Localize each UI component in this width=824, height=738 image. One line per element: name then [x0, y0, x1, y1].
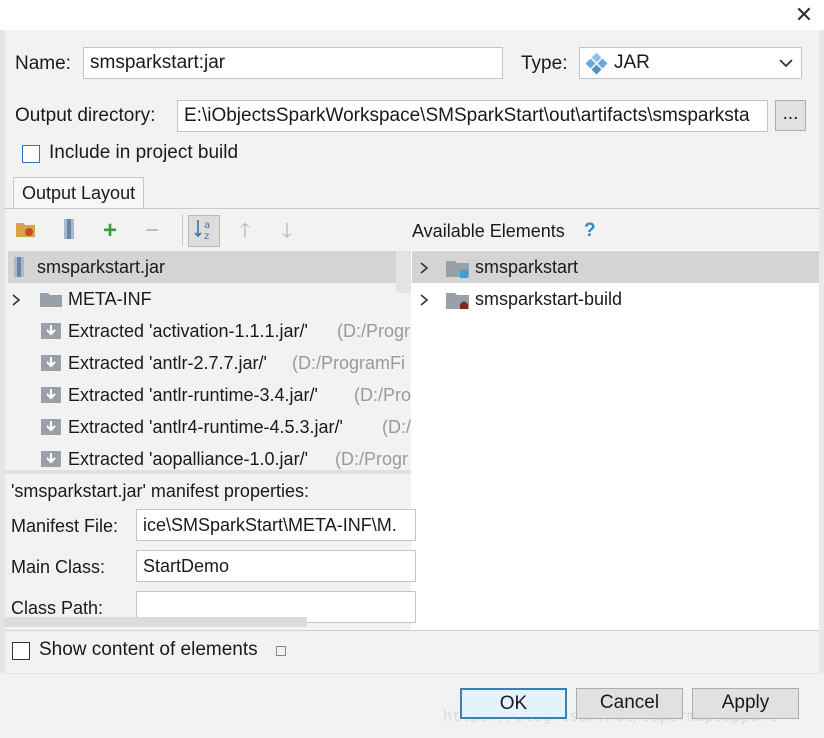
- class-path-label: Class Path:: [11, 598, 104, 618]
- tree-item-label: Extracted 'activation-1.1.1.jar/': [68, 321, 308, 341]
- svg-text:a: a: [204, 220, 210, 231]
- name-label: Name:: [15, 53, 71, 74]
- main-class-label: Main Class:: [11, 557, 106, 577]
- tree-item-path: (D:/Progr: [335, 449, 409, 469]
- horizontal-scrollbar[interactable]: [5, 617, 307, 627]
- tab-divider: [5, 208, 819, 209]
- available-item-label: smsparkstart: [475, 257, 579, 277]
- show-content-label: Show content of elements: [39, 639, 258, 660]
- tree-item-path: (D:/Pro: [354, 385, 411, 405]
- move-down-icon[interactable]: 🡓: [274, 218, 300, 244]
- splitter[interactable]: [5, 470, 411, 474]
- available-item[interactable]: smsparkstart: [412, 251, 819, 283]
- tree-item-label: META-INF: [68, 289, 152, 309]
- type-label: Type:: [521, 53, 568, 74]
- toolbar-separator: [182, 214, 183, 246]
- tree-item-path: (D:/ProgramFi: [292, 353, 406, 373]
- tree-item[interactable]: META-INF: [8, 283, 408, 315]
- extracted-archive-icon: [41, 419, 61, 435]
- tree-item[interactable]: Extracted 'antlr4-runtime-4.5.3.jar/' (D…: [8, 411, 411, 443]
- include-in-build-label: Include in project build: [49, 142, 239, 163]
- manifest-file-field[interactable]: ice\SMSparkStart\META-INF\M.: [136, 509, 416, 541]
- module-folder-icon: [446, 261, 469, 278]
- available-elements-title: Available Elements: [412, 221, 565, 241]
- extracted-archive-icon: [41, 355, 61, 371]
- close-icon[interactable]: ✕: [793, 4, 815, 26]
- tree-item[interactable]: Extracted 'activation-1.1.1.jar/' (D:/Pr…: [8, 315, 411, 347]
- include-in-build-checkbox[interactable]: [22, 145, 40, 163]
- manifest-title: 'smsparkstart.jar' manifest properties:: [11, 481, 309, 501]
- move-up-icon[interactable]: 🡑: [232, 218, 258, 244]
- tree-item-label: Extracted 'antlr-runtime-3.4.jar/': [68, 385, 318, 405]
- tree-item[interactable]: Extracted 'aopalliance-1.0.jar/' (D:/Pro…: [8, 443, 411, 470]
- tree-root-jar[interactable]: smsparkstart.jar: [8, 251, 396, 283]
- tree-item-path: (D:/: [382, 417, 411, 437]
- cancel-button[interactable]: Cancel: [576, 688, 683, 719]
- options-icon[interactable]: [276, 646, 286, 656]
- chevron-right-icon[interactable]: [418, 293, 430, 307]
- tab-output-layout[interactable]: Output Layout: [13, 177, 145, 209]
- chevron-down-icon: [779, 59, 793, 68]
- type-select[interactable]: JAR: [579, 47, 802, 79]
- new-directory-icon[interactable]: [13, 218, 39, 244]
- tree-item-label: Extracted 'antlr4-runtime-4.5.3.jar/': [68, 417, 343, 437]
- folder-icon: [40, 293, 62, 307]
- extracted-archive-icon: [41, 387, 61, 403]
- show-content-checkbox[interactable]: [12, 642, 30, 660]
- tree-item-label: Extracted 'antlr-2.7.7.jar/': [68, 353, 267, 373]
- name-field[interactable]: smsparkstart:jar: [83, 47, 503, 79]
- sort-icon[interactable]: az: [188, 215, 220, 247]
- type-value: JAR: [614, 52, 650, 73]
- tree-root-label: smsparkstart.jar: [37, 257, 166, 277]
- manifest-file-label: Manifest File:: [11, 516, 119, 536]
- remove-icon[interactable]: −: [139, 218, 165, 244]
- archive-icon[interactable]: [56, 218, 82, 244]
- chevron-right-icon[interactable]: [10, 293, 22, 307]
- svg-text:z: z: [204, 231, 209, 242]
- output-directory-label: Output directory:: [15, 105, 156, 126]
- extracted-archive-icon: [41, 323, 61, 339]
- tree-item[interactable]: Extracted 'antlr-2.7.7.jar/' (D:/Program…: [8, 347, 411, 379]
- available-item-label: smsparkstart-build: [475, 289, 623, 309]
- output-directory-field[interactable]: E:\iObjectsSparkWorkspace\SMSparkStart\o…: [177, 100, 768, 132]
- available-item[interactable]: smsparkstart-build: [412, 283, 819, 315]
- tree-item[interactable]: Extracted 'antlr-runtime-3.4.jar/' (D:/P…: [8, 379, 411, 411]
- chevron-right-icon[interactable]: [418, 261, 430, 275]
- tree-item-label: Extracted 'aopalliance-1.0.jar/': [68, 449, 309, 469]
- add-icon[interactable]: +: [97, 218, 123, 244]
- apply-button[interactable]: Apply: [692, 688, 799, 719]
- help-icon[interactable]: ?: [584, 220, 596, 242]
- right-edge: [819, 30, 824, 673]
- tree-item-path: (D:/Progr: [337, 321, 411, 341]
- jar-diamond-icon: [586, 53, 608, 75]
- module-build-folder-icon: [446, 293, 469, 309]
- browse-button[interactable]: ...: [775, 100, 806, 131]
- extracted-archive-icon: [41, 451, 61, 467]
- panel-bottom-divider: [5, 630, 819, 631]
- main-class-field[interactable]: StartDemo: [136, 550, 416, 582]
- jar-archive-icon: [14, 257, 24, 277]
- ok-button[interactable]: OK: [460, 688, 567, 719]
- footer-divider: [5, 673, 819, 674]
